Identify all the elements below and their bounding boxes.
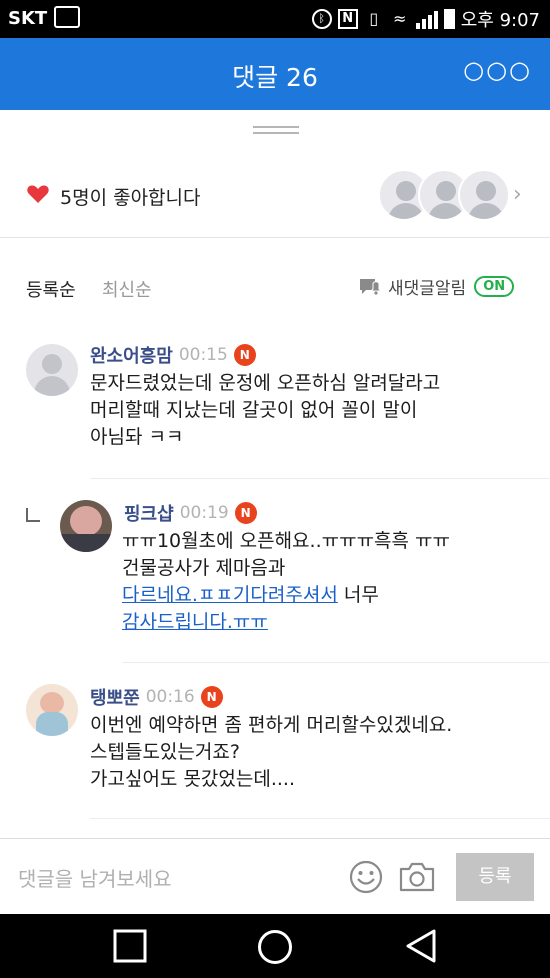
header-bar: 댓글 26 ○○○ [0, 38, 550, 110]
author-name[interactable]: 탱뽀쭌 [90, 684, 140, 710]
carrier-app-icon [54, 6, 80, 28]
new-badge: N [233, 344, 256, 366]
comment-meta: 완소어흥맘 00:15 N [90, 342, 256, 368]
system-nav-bar [0, 914, 550, 978]
reply-arrow-icon [26, 508, 40, 522]
clock: 오후 9:07 [460, 10, 540, 31]
comment-text: ㅠㅠ10월초에 오픈해요..ㅠㅠㅠ흑흑 ㅠㅠ 건물공사가 제마음과 다르네요.ㅍ… [122, 530, 451, 633]
emoji-icon[interactable] [348, 859, 384, 895]
comment-input-bar: 댓글을 남겨보세요 등록 [0, 838, 550, 914]
author-name[interactable]: 핑크샵 [124, 500, 174, 526]
status-icons: ᛒ N ▯ ≈ 오후 9:07 [311, 6, 540, 32]
comment-bell-icon [360, 278, 383, 295]
sort-registered-tab[interactable]: 등록순 [26, 276, 76, 302]
on-badge[interactable]: ON [474, 276, 515, 297]
signal-icon [415, 9, 438, 29]
comment-text: 문자드렸었는데 운정에 오픈하심 알려달라고 머리할때 지났는데 갈곳이 없어 … [90, 372, 441, 448]
recent-apps-icon[interactable] [112, 928, 148, 964]
author-name[interactable]: 완소어흥맘 [90, 342, 173, 368]
more-dots-icon[interactable]: ○○○ [463, 56, 532, 84]
new-comment-alarm-toggle[interactable]: 새댓글알림 ON [358, 274, 515, 299]
camera-icon[interactable] [398, 861, 436, 893]
new-badge: N [200, 686, 223, 708]
sort-bar: 등록순 최신순 새댓글알림 ON [0, 262, 550, 312]
new-badge: N [234, 502, 257, 524]
home-icon[interactable] [256, 928, 294, 966]
comment-text: 이번엔 예약하면 좀 편하게 머리할수있겠네요. 스텝들도있는거죠? 가고싶어도… [90, 714, 453, 790]
heart-icon [27, 185, 49, 203]
avatar [26, 344, 78, 396]
carrier-label: SKT [8, 8, 48, 29]
nfc-icon: N [337, 9, 358, 29]
back-icon[interactable] [404, 928, 438, 964]
likes-count: 5명이 좋아합니다 [60, 187, 201, 209]
divider [90, 478, 550, 479]
likes-row[interactable]: 5명이 좋아합니다 › [0, 150, 550, 238]
comment-link[interactable]: 감사드립니다.ㅠㅠ [122, 611, 268, 633]
comment-link[interactable]: 다르네요.ㅍㅍ기다려주셔서 [122, 584, 338, 606]
sort-newest-tab[interactable]: 최신순 [102, 276, 152, 302]
comment-input[interactable]: 댓글을 남겨보세요 [18, 863, 172, 892]
avatar [458, 169, 510, 221]
submit-button[interactable]: 등록 [456, 853, 534, 901]
chevron-right-icon: › [513, 182, 522, 207]
divider [122, 662, 550, 663]
comment-meta: 핑크샵 00:19 N [124, 500, 257, 526]
comment-meta: 탱뽀쭌 00:16 N [90, 684, 223, 710]
alarm-label: 새댓글알림 [388, 279, 467, 299]
status-bar: SKT ᛒ N ▯ ≈ 오후 9:07 [0, 0, 550, 38]
drag-handle[interactable] [253, 126, 299, 134]
wifi-icon: ≈ [393, 9, 407, 28]
battery-icon [443, 9, 455, 29]
comment-time: 00:15 [178, 345, 228, 365]
bluetooth-icon: ᛒ [311, 9, 332, 29]
divider [90, 818, 550, 819]
avatar [60, 500, 112, 552]
avatar [26, 684, 78, 736]
comment-time: 00:16 [145, 687, 195, 707]
comment-time: 00:19 [179, 503, 229, 523]
vibrate-icon: ▯ [369, 9, 379, 28]
